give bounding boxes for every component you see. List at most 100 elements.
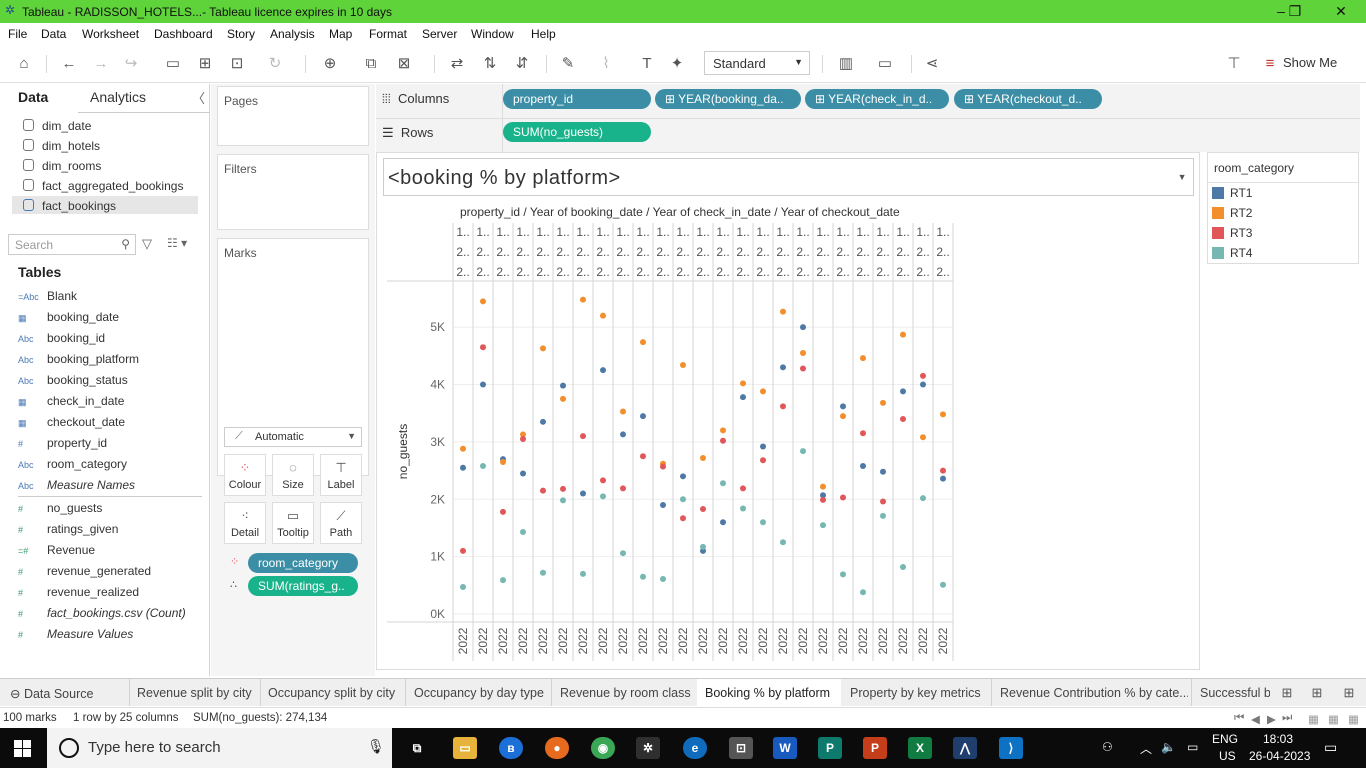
column-pill-year-checkout[interactable]: ⊞ YEAR(checkout_d.. — [954, 89, 1102, 109]
menu-worksheet[interactable]: Worksheet — [82, 27, 139, 41]
powerpoint-icon[interactable]: P — [863, 737, 887, 759]
datasource-item-selected[interactable]: fact_bookings — [12, 196, 198, 214]
menu-format[interactable]: Format — [369, 27, 407, 41]
menu-dashboard[interactable]: Dashboard — [154, 27, 213, 41]
filter-icon[interactable]: ▽ — [142, 236, 152, 252]
mark-type-dropdown[interactable]: ⟋ Automatic ▼ — [224, 427, 362, 447]
field-item[interactable]: Abc booking_platform — [18, 352, 139, 370]
menu-file[interactable]: File — [8, 27, 27, 41]
grid-view-icon[interactable]: ▦ — [1308, 712, 1319, 726]
tab-successful-bookings[interactable]: Successful b — [1200, 679, 1270, 706]
notifications-icon[interactable]: ▭ — [1324, 739, 1337, 756]
filmstrip-view-icon[interactable]: ▦ — [1328, 712, 1339, 726]
people-icon[interactable]: ⚇ — [1102, 740, 1113, 754]
path-button[interactable]: ⟋ Path — [320, 502, 362, 544]
redo-icon[interactable]: → — [91, 54, 111, 74]
show-me-icon[interactable]: ≡ — [1260, 54, 1280, 74]
close-button[interactable]: ✕ — [1326, 2, 1356, 20]
network-icon[interactable]: ▭ — [1187, 740, 1198, 754]
pause-updates-icon[interactable]: ⊡ — [227, 54, 247, 74]
datasource-item[interactable]: dim_rooms — [12, 156, 198, 174]
tab-data[interactable]: Data — [18, 89, 48, 105]
show-me-button[interactable]: Show Me — [1283, 55, 1337, 70]
detail-button[interactable]: ⁖ Detail — [224, 502, 266, 544]
tab-occupancy-by-day-type[interactable]: Occupancy by day type — [414, 679, 552, 706]
clear-sheet-icon[interactable]: ⊠ — [394, 54, 414, 74]
show-mark-labels-icon[interactable]: T — [637, 54, 657, 74]
tab-revenue-split-by-city[interactable]: Revenue split by city — [137, 679, 259, 706]
prev-sheet-icon[interactable]: ◀ — [1251, 712, 1260, 726]
ratings-size-pill[interactable]: SUM(ratings_g.. — [248, 576, 358, 596]
clock-time[interactable]: 18:03 — [1263, 732, 1293, 746]
tab-view-icon[interactable]: ▦ — [1348, 712, 1359, 726]
menu-map[interactable]: Map — [329, 27, 352, 41]
menu-window[interactable]: Window — [471, 27, 514, 41]
view-list-icon[interactable]: ☷ ▾ — [167, 236, 187, 250]
store-icon[interactable]: ⊡ — [729, 737, 753, 759]
menu-data[interactable]: Data — [41, 27, 66, 41]
first-sheet-icon[interactable]: ⏮ — [1234, 712, 1244, 725]
tab-occupancy-split-by-city[interactable]: Occupancy split by city — [268, 679, 404, 706]
field-item[interactable]: # revenue_generated — [18, 564, 151, 582]
restore-button[interactable]: ❐ — [1280, 2, 1310, 20]
tab-revenue-contribution[interactable]: Revenue Contribution % by cate... — [1000, 679, 1188, 706]
legend-item-rt2[interactable]: RT2 — [1212, 206, 1252, 220]
collapse-pane-icon[interactable]: 〈 — [192, 88, 205, 107]
field-item[interactable]: Abc Measure Names — [18, 478, 135, 496]
column-pill-year-check-in[interactable]: ⊞ YEAR(check_in_d.. — [805, 89, 949, 109]
volume-icon[interactable]: 🔈 — [1161, 740, 1176, 754]
excel-icon[interactable]: X — [908, 737, 932, 759]
field-item[interactable]: ▦ booking_date — [18, 310, 119, 328]
remote-desktop-icon[interactable]: ⋀ — [953, 737, 977, 759]
new-worksheet-tab-icon[interactable]: ⊞ — [1277, 683, 1297, 703]
show-hidden-icons-icon[interactable]: ︿ — [1140, 740, 1152, 757]
duplicate-sheet-icon[interactable]: ⧉ — [361, 54, 381, 74]
field-item[interactable]: # revenue_realized — [18, 585, 139, 603]
firefox-icon[interactable]: ● — [545, 737, 569, 759]
tab-revenue-by-room-class[interactable]: Revenue by room class — [560, 679, 696, 706]
refresh-icon[interactable]: ↻ — [265, 54, 285, 74]
tab-data-source[interactable]: ⊖ Data Source — [10, 679, 128, 706]
file-explorer-icon[interactable]: ▭ — [453, 737, 477, 759]
field-item[interactable]: # fact_bookings.csv (Count) — [18, 606, 186, 624]
publisher-icon[interactable]: P — [818, 737, 842, 759]
windows-start-icon[interactable] — [14, 740, 31, 757]
tab-property-by-key-metrics[interactable]: Property by key metrics — [850, 679, 990, 706]
chrome-icon[interactable]: ◉ — [591, 737, 615, 759]
room-category-colour-pill[interactable]: room_category — [248, 553, 358, 573]
field-item[interactable]: # ratings_given — [18, 522, 118, 540]
language-us[interactable]: US — [1219, 749, 1236, 763]
tooltip-button[interactable]: ▭ Tooltip — [272, 502, 314, 544]
edge-icon[interactable]: e — [683, 737, 707, 759]
new-datasource-icon[interactable]: ⊞ — [195, 54, 215, 74]
field-item[interactable]: Abc room_category — [18, 457, 127, 475]
home-icon[interactable]: ⌂ — [14, 54, 34, 74]
field-item[interactable]: Abc booking_id — [18, 331, 105, 349]
vscode-icon[interactable]: ⟩ — [999, 737, 1023, 759]
colour-button[interactable]: ⁘ Colour — [224, 454, 266, 496]
datasource-item[interactable]: dim_hotels — [12, 136, 198, 154]
pages-shelf[interactable]: Pages — [217, 86, 369, 146]
fix-axes-icon[interactable]: ✦ — [667, 54, 687, 74]
field-item[interactable]: # property_id — [18, 436, 107, 454]
next-sheet-icon[interactable]: ▶ — [1267, 712, 1276, 726]
last-sheet-icon[interactable]: ⏭ — [1282, 712, 1292, 725]
new-worksheet-icon[interactable]: ⊕ — [320, 54, 340, 74]
menu-story[interactable]: Story — [227, 27, 255, 41]
filters-shelf[interactable]: Filters — [217, 154, 369, 230]
datasource-item[interactable]: fact_aggregated_bookings — [12, 176, 198, 194]
tab-booking-by-platform[interactable]: Booking % by platform — [697, 679, 841, 706]
field-item[interactable]: # no_guests — [18, 501, 102, 519]
worksheet-title[interactable]: <booking % by platform> ▼ — [383, 158, 1194, 196]
field-item[interactable]: Abc booking_status — [18, 373, 128, 391]
column-pill-year-booking[interactable]: ⊞ YEAR(booking_da.. — [655, 89, 801, 109]
legend-item-rt1[interactable]: RT1 — [1212, 186, 1252, 200]
column-pill-property-id[interactable]: property_id — [503, 89, 651, 109]
sort-ascending-icon[interactable]: ⇅ — [480, 54, 500, 74]
clock-date[interactable]: 26-04-2023 — [1249, 749, 1310, 763]
bluetooth-icon[interactable]: ʙ — [499, 737, 523, 759]
row-pill-sum-no-guests[interactable]: SUM(no_guests) — [503, 122, 651, 142]
field-item[interactable]: ▦ checkout_date — [18, 415, 125, 433]
label-button[interactable]: ⊤ Label — [320, 454, 362, 496]
word-icon[interactable]: W — [773, 737, 797, 759]
